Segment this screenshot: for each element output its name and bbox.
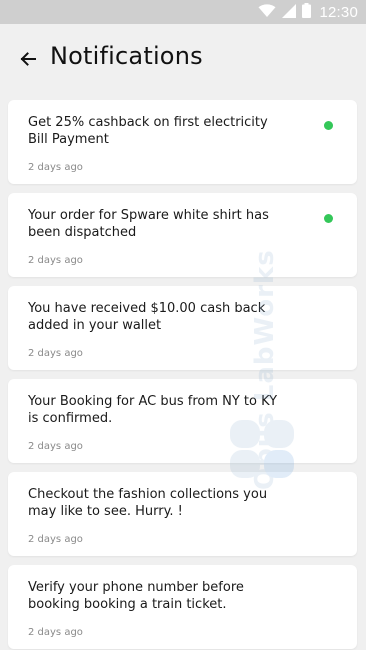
notification-message: Get 25% cashback on first electricity Bi… <box>28 115 268 147</box>
notification-card[interactable]: Your Booking for AC bus from NY to KY is… <box>8 379 357 463</box>
notification-time: 2 days ago <box>28 348 83 359</box>
notification-time: 2 days ago <box>28 162 83 173</box>
notification-message: You have received $10.00 cash back added… <box>28 301 266 333</box>
notification-card[interactable]: Verify your phone number before booking … <box>8 565 357 649</box>
unread-dot <box>324 214 333 223</box>
unread-dot <box>324 121 333 130</box>
notification-time: 2 days ago <box>28 441 83 452</box>
notification-list: Get 25% cashback on first electricity Bi… <box>0 0 366 650</box>
notification-card[interactable]: Your order for Spware white shirt has be… <box>8 193 357 277</box>
notification-message: Your Booking for AC bus from NY to KY is… <box>28 394 278 426</box>
notification-card[interactable]: Checkout the fashion collections you may… <box>8 472 357 556</box>
notification-time: 2 days ago <box>28 627 83 638</box>
notification-time: 2 days ago <box>28 534 83 545</box>
notification-time: 2 days ago <box>28 255 83 266</box>
notification-message: Checkout the fashion collections you may… <box>28 487 268 519</box>
notification-message: Your order for Spware white shirt has be… <box>28 208 269 240</box>
notification-card[interactable]: You have received $10.00 cash back added… <box>8 286 357 370</box>
notification-message: Verify your phone number before booking … <box>28 580 244 612</box>
notification-card[interactable]: Get 25% cashback on first electricity Bi… <box>8 100 357 184</box>
